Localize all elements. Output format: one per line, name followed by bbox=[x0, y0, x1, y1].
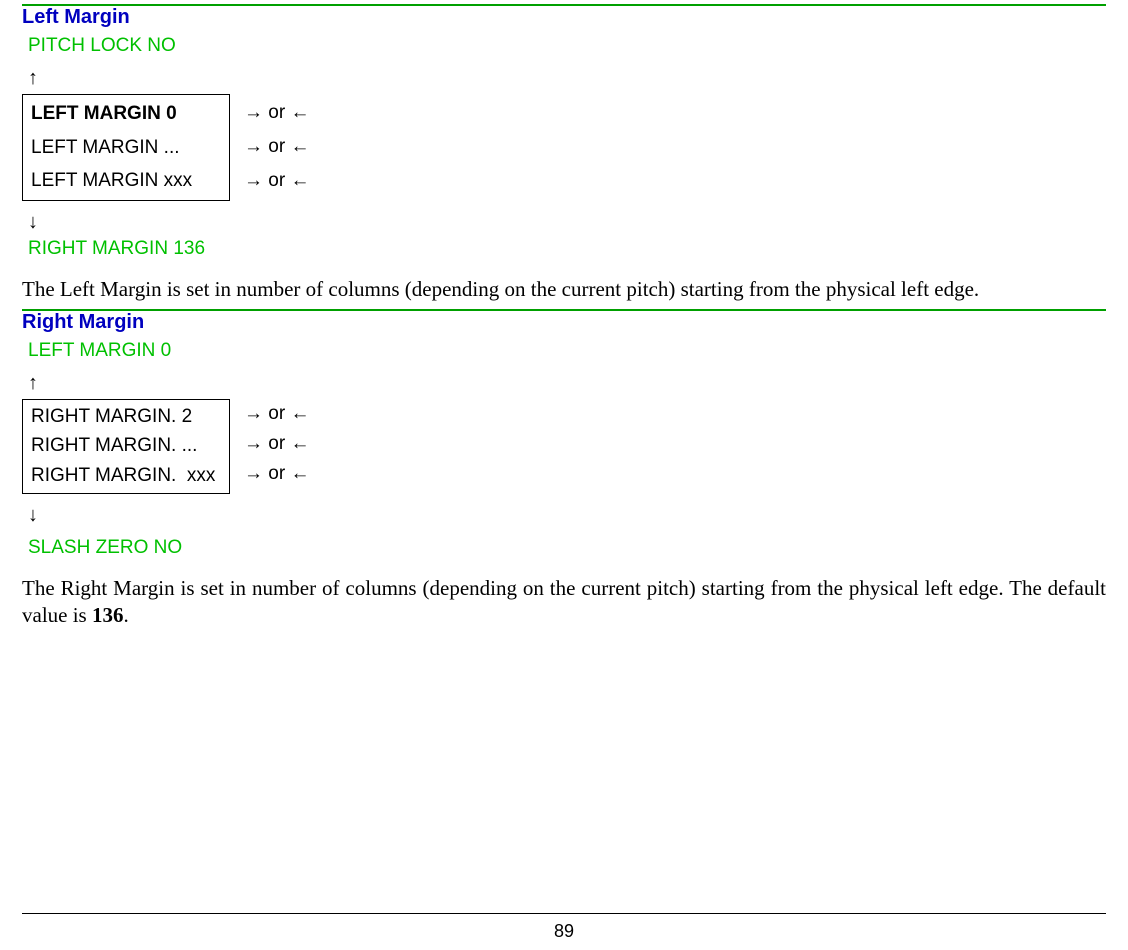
left-right-arrow-icon: → or ← bbox=[244, 102, 309, 124]
section-heading-left-margin: Left Margin bbox=[22, 6, 1106, 29]
footer-rule bbox=[22, 913, 1106, 914]
left-right-arrow-icon: → or ← bbox=[244, 403, 309, 425]
menu-row: RIGHT MARGIN. 2 bbox=[31, 404, 227, 430]
menu-row: RIGHT MARGIN. ... bbox=[31, 433, 227, 459]
row-arrows-column: → or ← → or ← → or ← bbox=[230, 399, 309, 485]
menu-box-left-margin: LEFT MARGIN 0 LEFT MARGIN ... LEFT MARGI… bbox=[22, 94, 230, 201]
context-label-above: PITCH LOCK NO bbox=[28, 35, 1106, 57]
page-number: 89 bbox=[0, 921, 1128, 942]
context-label-below: SLASH ZERO NO bbox=[28, 537, 1106, 559]
down-arrow-icon: ↓ bbox=[28, 211, 1106, 234]
body-text-span: . bbox=[123, 603, 128, 627]
menu-row-current: LEFT MARGIN 0 bbox=[31, 101, 227, 127]
body-text-span: The Right Margin is set in number of col… bbox=[22, 576, 1106, 627]
menu-box-right-margin: RIGHT MARGIN. 2 RIGHT MARGIN. ... RIGHT … bbox=[22, 399, 230, 494]
section-body-text: The Left Margin is set in number of colu… bbox=[22, 276, 1106, 303]
menu-block-left-margin: LEFT MARGIN 0 LEFT MARGIN ... LEFT MARGI… bbox=[22, 94, 1106, 201]
up-arrow-icon: ↑ bbox=[28, 67, 1106, 90]
left-right-arrow-icon: → or ← bbox=[244, 170, 309, 192]
up-arrow-icon: ↑ bbox=[28, 372, 1106, 395]
menu-row: RIGHT MARGIN. xxx bbox=[31, 463, 227, 489]
default-value: 136 bbox=[92, 603, 124, 627]
menu-row: LEFT MARGIN xxx bbox=[31, 168, 227, 194]
document-page: Left Margin PITCH LOCK NO ↑ LEFT MARGIN … bbox=[0, 0, 1128, 950]
row-arrows-column: → or ← → or ← → or ← bbox=[230, 94, 309, 192]
left-right-arrow-icon: → or ← bbox=[244, 433, 309, 455]
down-arrow-icon: ↓ bbox=[28, 504, 1106, 527]
section-body-text: The Right Margin is set in number of col… bbox=[22, 575, 1106, 629]
left-right-arrow-icon: → or ← bbox=[244, 463, 309, 485]
context-label-below: RIGHT MARGIN 136 bbox=[28, 238, 1106, 260]
context-label-above: LEFT MARGIN 0 bbox=[28, 340, 1106, 362]
left-right-arrow-icon: → or ← bbox=[244, 136, 309, 158]
menu-row: LEFT MARGIN ... bbox=[31, 135, 227, 161]
section-heading-right-margin: Right Margin bbox=[22, 311, 1106, 334]
menu-block-right-margin: RIGHT MARGIN. 2 RIGHT MARGIN. ... RIGHT … bbox=[22, 399, 1106, 494]
